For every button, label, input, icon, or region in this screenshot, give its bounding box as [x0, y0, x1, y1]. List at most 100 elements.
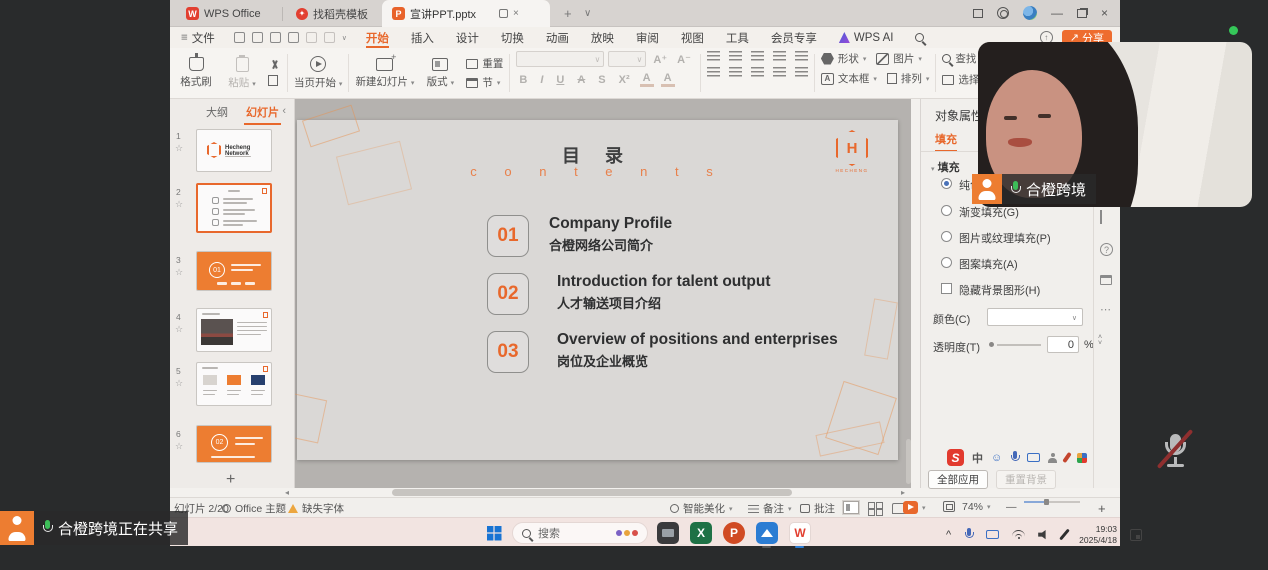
toc-number-3[interactable]: 03	[487, 331, 529, 373]
tray-pen-icon[interactable]	[1059, 529, 1070, 541]
scroll-left-icon[interactable]: ◂	[285, 488, 289, 497]
section-button[interactable]: 节▾	[466, 75, 503, 90]
tab-preview-icon[interactable]	[499, 9, 508, 18]
picture-button[interactable]: 图片▾	[876, 51, 922, 66]
slide-sorter-view-button[interactable]	[867, 501, 883, 514]
toc-item-3[interactable]: Overview of positions and enterprises 岗位…	[557, 331, 838, 370]
add-slide-button[interactable]: +	[226, 471, 235, 489]
menu-tab-tools[interactable]: 工具	[715, 27, 760, 48]
justify-icon[interactable]	[773, 67, 786, 77]
align-right-icon[interactable]	[751, 67, 764, 77]
tray-clock[interactable]: 19:03 2025/4/18	[1079, 524, 1117, 545]
tray-expand-icon[interactable]: ^	[946, 529, 951, 541]
align-center-icon[interactable]	[729, 67, 742, 77]
vertical-scrollbar[interactable]	[906, 99, 912, 488]
transparency-slider-knob[interactable]	[989, 342, 994, 347]
tab-close-icon[interactable]: ×	[513, 8, 519, 19]
toc-item-1[interactable]: Company Profile 合橙网络公司简介	[549, 215, 672, 254]
slide-thumbnail-6[interactable]: 02	[196, 425, 272, 463]
menu-tab-review[interactable]: 审阅	[625, 27, 670, 48]
slideshow-button[interactable]: ▾	[903, 501, 926, 514]
tab-list-chevron-icon[interactable]: ∨	[584, 8, 591, 19]
star-icon[interactable]: ☆	[175, 199, 183, 210]
arrange-button[interactable]: 排列▾	[887, 71, 930, 86]
slide-subtitle[interactable]: c o n t e n t s	[297, 164, 898, 179]
strikethrough-button[interactable]: A	[574, 74, 588, 86]
quick-access-chevron-icon[interactable]: ∨	[342, 34, 347, 42]
bullet-list-icon[interactable]	[707, 51, 720, 61]
tab-wps-home[interactable]: W WPS Office	[176, 0, 271, 27]
skin-settings-icon[interactable]	[997, 7, 1009, 19]
collapse-panel-icon[interactable]: ‹	[282, 105, 286, 117]
menu-tab-design[interactable]: 设计	[445, 27, 490, 48]
save-icon[interactable]	[234, 32, 245, 43]
slide-thumbnail-2-selected[interactable]	[196, 183, 272, 233]
text-direction-icon[interactable]	[795, 51, 808, 61]
skin-icon[interactable]	[1100, 275, 1112, 288]
menu-tab-insert[interactable]: 插入	[400, 27, 445, 48]
ime-toolbox-icon[interactable]	[1077, 453, 1087, 463]
slide-surface[interactable]: 目 录 c o n t e n t s H HECHENG 01 Company…	[297, 120, 898, 460]
superscript-button[interactable]: X²	[616, 74, 633, 86]
paste-button[interactable]: 粘贴 ▾	[222, 57, 262, 90]
tray-wifi-icon[interactable]	[1012, 530, 1025, 540]
menu-tab-slideshow[interactable]: 放映	[580, 27, 625, 48]
missing-font-warning[interactable]: 缺失字体	[288, 501, 344, 516]
redo-icon[interactable]	[324, 32, 335, 43]
new-tab-button[interactable]: +	[564, 6, 572, 21]
ime-voice-icon[interactable]	[1010, 451, 1019, 465]
star-icon[interactable]: ☆	[175, 143, 183, 154]
undo-icon[interactable]	[306, 32, 317, 43]
star-icon[interactable]: ☆	[175, 267, 183, 278]
zoom-slider[interactable]	[1024, 501, 1080, 503]
layout-button[interactable]: 版式 ▾	[420, 58, 460, 89]
scroll-right-icon[interactable]: ▸	[901, 488, 905, 497]
print-icon[interactable]	[270, 32, 281, 43]
tab-docer[interactable]: ✦ 找稻壳模板	[286, 0, 378, 27]
shapes-button[interactable]: 形状▾	[821, 51, 867, 66]
taskbar-wps-active[interactable]: W	[788, 521, 812, 545]
slide-thumbnail-4[interactable]	[196, 308, 272, 352]
increase-font-button[interactable]: A⁺	[650, 53, 670, 66]
format-painter-button[interactable]: 格式刷	[176, 57, 216, 89]
theme-indicator[interactable]: Office 主题	[222, 501, 286, 516]
account-avatar[interactable]	[1023, 6, 1037, 20]
reset-button[interactable]: 重置	[466, 56, 503, 71]
fill-tab[interactable]: 填充	[935, 131, 957, 152]
transparency-slider-track[interactable]	[997, 344, 1041, 346]
numbered-list-icon[interactable]	[729, 51, 742, 61]
ribbon-search[interactable]	[904, 27, 935, 48]
ime-skin-icon[interactable]	[1062, 452, 1072, 463]
hecheng-logo[interactable]: H HECHENG	[832, 130, 872, 173]
taskbar-powerpoint[interactable]: P	[722, 521, 746, 545]
select-button[interactable]: 选择	[942, 72, 979, 87]
toc-number-2[interactable]: 02	[487, 273, 529, 315]
underline-button[interactable]: U	[553, 74, 567, 86]
tab-slides[interactable]: 幻灯片	[246, 104, 279, 120]
more-tools-icon[interactable]: ⋯	[1100, 303, 1111, 316]
font-size-combobox[interactable]: ∨	[608, 51, 646, 67]
menu-file[interactable]: ≡ 文件	[170, 27, 226, 48]
normal-view-button[interactable]	[843, 501, 859, 514]
menu-tab-wps-ai[interactable]: WPS AI	[828, 27, 905, 48]
output-icon[interactable]	[252, 32, 263, 43]
align-left-icon[interactable]	[707, 67, 720, 77]
minimize-button[interactable]: —	[1051, 6, 1063, 20]
dock-mode-icon[interactable]	[973, 9, 983, 18]
color-dropdown[interactable]: ∨	[987, 308, 1083, 326]
restore-button[interactable]	[1077, 9, 1087, 18]
increase-indent-icon[interactable]	[773, 51, 786, 61]
tray-microphone-icon[interactable]	[964, 528, 973, 542]
transparency-value-input[interactable]: 0	[1047, 336, 1079, 353]
tray-ime-icon[interactable]	[986, 530, 999, 539]
menu-tab-transition[interactable]: 切换	[490, 27, 535, 48]
decrease-indent-icon[interactable]	[751, 51, 764, 61]
textbox-button[interactable]: A文本框▾	[821, 71, 877, 86]
smart-beautify-button[interactable]: 智能美化▾	[670, 501, 733, 516]
font-color-button[interactable]: A	[640, 72, 654, 87]
radio-gradient-fill[interactable]	[941, 205, 952, 216]
ime-emoji-icon[interactable]: ☺	[991, 452, 1002, 464]
menu-tab-member[interactable]: 会员专享	[760, 27, 828, 48]
ime-keyboard-icon[interactable]	[1027, 453, 1040, 462]
tab-outline[interactable]: 大纲	[206, 104, 228, 120]
